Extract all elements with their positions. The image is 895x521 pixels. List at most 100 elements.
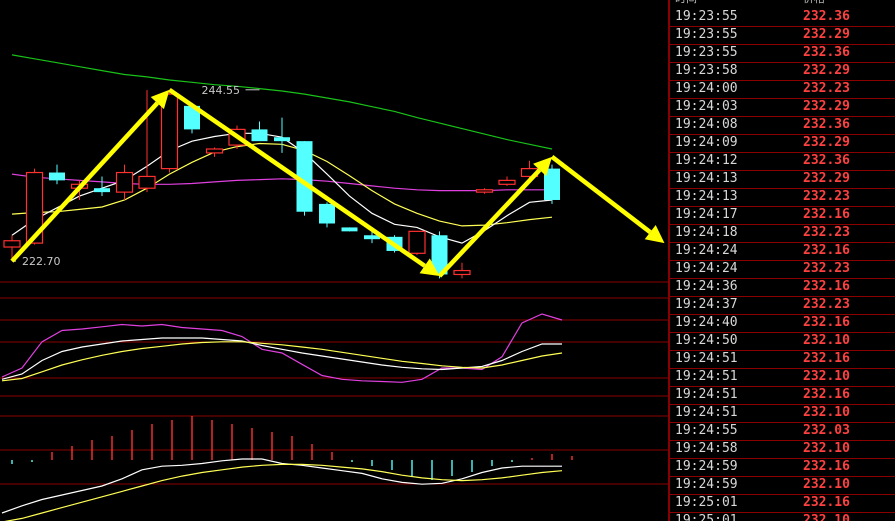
tick-time: 19:24:55	[675, 423, 738, 438]
tick-time: 19:23:58	[675, 63, 738, 78]
tick-row[interactable]: 19:24:13 232.29	[670, 170, 895, 189]
tick-row[interactable]: 19:24:09 232.29	[670, 134, 895, 153]
tick-row[interactable]: 19:24:36 232.16	[670, 278, 895, 297]
tick-row[interactable]: 19:24:40 232.16	[670, 314, 895, 333]
tick-time: 19:24:36	[675, 279, 738, 294]
tick-row[interactable]: 19:25:01 232.10	[670, 512, 895, 521]
trend-arrow-shaft	[437, 168, 542, 278]
trend-arrow-shaft	[168, 87, 426, 268]
tick-time: 19:24:00	[675, 81, 738, 96]
trading-screen: 244.55222.70 时间 价格 19:23:55232.3619:23:5…	[0, 0, 895, 521]
tick-time: 19:24:08	[675, 117, 738, 132]
candle-body	[115, 171, 134, 193]
macd-line	[4, 463, 563, 521]
tick-time: 19:24:09	[675, 135, 738, 150]
tick-row[interactable]: 19:24:51 232.16	[670, 350, 895, 369]
tick-row[interactable]: 19:24:59 232.16	[670, 458, 895, 477]
tick-price: 232.36	[803, 9, 850, 24]
candle-body	[49, 172, 65, 181]
tick-price: 232.16	[803, 495, 850, 510]
tick-time: 19:24:13	[675, 189, 738, 204]
tick-row[interactable]: 19:24:12 232.36	[670, 152, 895, 171]
tick-time: 19:24:51	[675, 351, 738, 366]
tick-price: 232.03	[803, 423, 850, 438]
tick-time: 19:24:37	[675, 297, 738, 312]
tick-row[interactable]: 19:24:08 232.36	[670, 116, 895, 135]
tick-price: 232.16	[803, 315, 850, 330]
tick-price: 232.10	[803, 441, 850, 456]
tick-price: 232.16	[803, 207, 850, 222]
tick-row[interactable]: 19:24:51 232.16	[670, 386, 895, 405]
tick-row[interactable]: 19:24:03 232.29	[670, 98, 895, 117]
tick-row[interactable]: 19:24:13 232.23	[670, 188, 895, 207]
tick-row[interactable]: 19:24:50 232.10	[670, 332, 895, 351]
tick-price: 232.29	[803, 63, 850, 78]
candle-body	[475, 189, 494, 193]
tick-time: 19:24:50	[675, 333, 738, 348]
tick-time: 19:24:24	[675, 243, 738, 258]
tick-row[interactable]: 19:23:55 232.29	[670, 26, 895, 45]
tick-row[interactable]: 19:24:00 232.23	[670, 80, 895, 99]
tick-price: 232.29	[803, 99, 850, 114]
tick-time: 19:24:51	[675, 405, 738, 420]
candle-body	[498, 179, 516, 185]
tick-price: 232.16	[803, 243, 850, 258]
tick-row[interactable]: 19:24:58 232.10	[670, 440, 895, 459]
oscillator-line	[1, 341, 563, 382]
tick-price: 232.10	[803, 405, 850, 420]
tick-time: 19:24:03	[675, 99, 738, 114]
tick-row[interactable]: 19:23:58 232.29	[670, 62, 895, 81]
tick-time: 19:23:55	[675, 9, 738, 24]
tick-time: 19:24:51	[675, 369, 738, 384]
price-column-header: 价格	[803, 0, 825, 6]
candle-body	[205, 148, 224, 154]
tick-price: 232.16	[803, 387, 850, 402]
candle-body	[274, 137, 290, 142]
tick-price: 232.16	[803, 459, 850, 474]
tick-row[interactable]: 19:24:51 232.10	[670, 404, 895, 423]
tick-price: 232.23	[803, 189, 850, 204]
tick-price: 232.29	[803, 171, 850, 186]
tick-price: 232.16	[803, 351, 850, 366]
candle-body	[319, 203, 335, 224]
tick-row[interactable]: 19:24:24 232.16	[670, 242, 895, 261]
time-and-sales-panel[interactable]: 时间 价格 19:23:55232.3619:23:55232.2919:23:…	[668, 0, 895, 521]
tick-time: 19:24:59	[675, 477, 738, 492]
tick-row[interactable]: 19:23:55 232.36	[670, 44, 895, 63]
tick-time: 19:25:01	[675, 495, 738, 510]
tick-row[interactable]: 19:24:55 232.03	[670, 422, 895, 441]
tick-time: 19:24:51	[675, 387, 738, 402]
tick-time: 19:23:55	[675, 27, 738, 42]
tick-price: 232.10	[803, 333, 850, 348]
tick-time: 19:23:55	[675, 45, 738, 60]
tick-time: 19:25:01	[675, 513, 738, 521]
tick-row[interactable]: 19:24:59 232.10	[670, 476, 895, 495]
candle-body	[251, 129, 268, 142]
tick-price: 232.10	[803, 477, 850, 492]
price-annotation: 222.70	[22, 255, 61, 268]
tick-row[interactable]: 19:25:01 232.16	[670, 494, 895, 513]
tick-price: 232.23	[803, 81, 850, 96]
tick-price: 232.29	[803, 135, 850, 150]
candle-body	[3, 240, 21, 248]
tick-time: 19:24:58	[675, 441, 738, 456]
tick-row[interactable]: 19:24:17 232.16	[670, 206, 895, 225]
tick-price: 232.36	[803, 45, 850, 60]
tick-price: 232.23	[803, 225, 850, 240]
candlestick-chart[interactable]: 244.55 222.70	[0, 0, 668, 521]
tick-row[interactable]: 19:24:51 232.10	[670, 368, 895, 387]
tick-row[interactable]: 19:24:18 232.23	[670, 224, 895, 243]
tick-row[interactable]: 19:23:55 232.36	[670, 8, 895, 27]
moving-average-line	[11, 173, 552, 192]
tick-time: 19:24:13	[675, 171, 738, 186]
candle-body	[408, 230, 426, 254]
tick-row[interactable]: 19:24:37 232.23	[670, 296, 895, 315]
candle-body	[453, 269, 471, 276]
tick-price: 232.36	[803, 153, 850, 168]
tick-time: 19:24:18	[675, 225, 738, 240]
tick-time: 19:24:24	[675, 261, 738, 276]
tick-row[interactable]: 19:24:24 232.23	[670, 260, 895, 279]
candle-body	[341, 227, 358, 232]
tick-price: 232.29	[803, 27, 850, 42]
oscillator-line	[1, 313, 563, 383]
